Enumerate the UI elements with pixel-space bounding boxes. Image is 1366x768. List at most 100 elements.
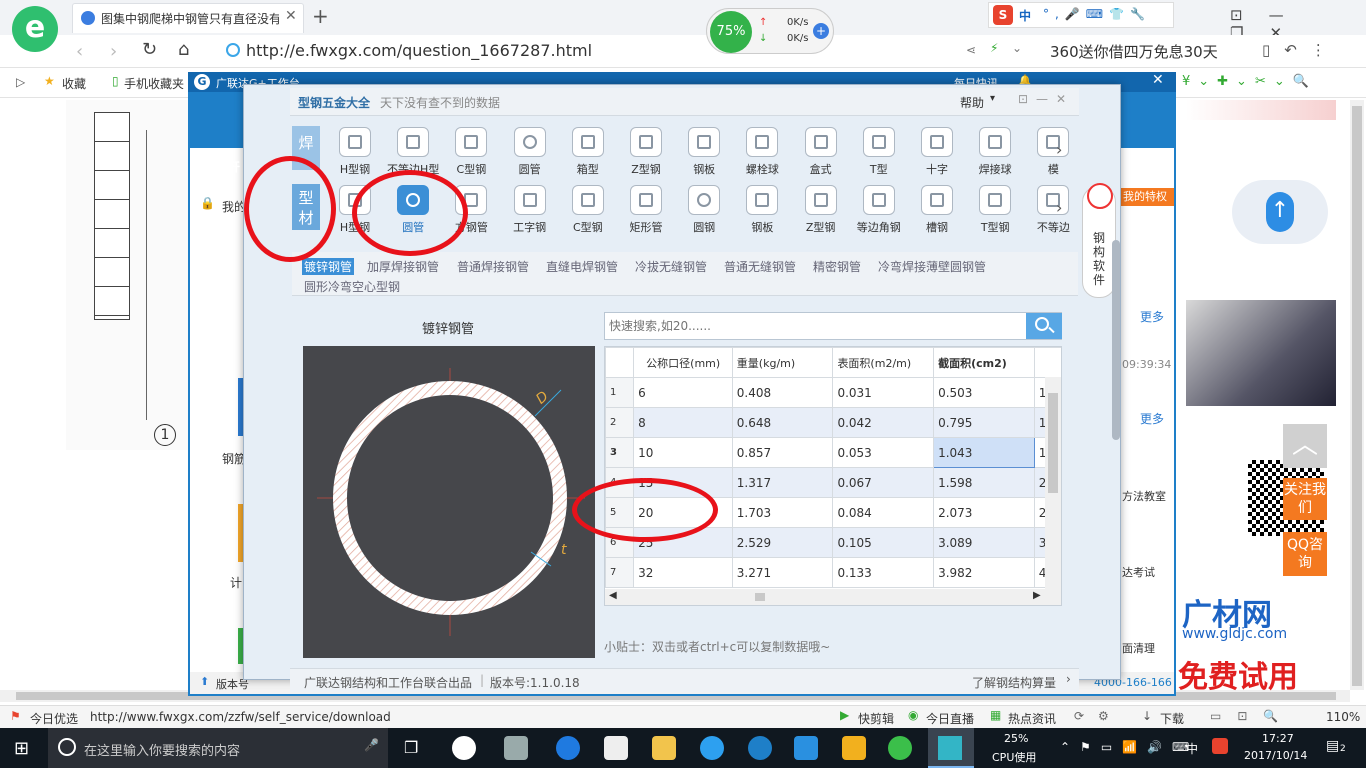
table-hscrollbar[interactable]: ◀ ▶ [605, 589, 1045, 605]
mic-icon[interactable]: 🎤 [364, 738, 379, 752]
table-cell[interactable]: 0.067 [832, 467, 935, 498]
table-cell[interactable]: 0.031 [832, 377, 935, 408]
back-icon[interactable]: ‹ [76, 41, 83, 62]
section-item-icon-12[interactable] [1037, 185, 1070, 215]
status-zoom[interactable]: 110% [1326, 710, 1360, 724]
subcat-tab-6[interactable]: 精密钢管 [813, 258, 861, 275]
app-spiral-icon[interactable] [504, 736, 528, 760]
welded-item-label-6[interactable]: 钢板 [671, 161, 737, 177]
table-cell[interactable]: 2.073 [933, 497, 1035, 528]
active-app-icon[interactable] [928, 728, 974, 768]
welded-item-icon-10[interactable] [921, 127, 953, 157]
table-row[interactable]: 2 8 0.648 0.042 0.795 1 [605, 407, 1061, 438]
col-header-diameter[interactable]: 公称口径(mm) [633, 347, 733, 378]
row1-next-icon[interactable]: › [1056, 140, 1062, 159]
welded-item-label-10[interactable]: 十字 [904, 161, 970, 177]
dialog-window-icons[interactable]: ⊡—✕ [1018, 92, 1074, 106]
section-item-label-7[interactable]: 钢板 [729, 219, 795, 235]
bookmark-mobile[interactable]: 手机收藏夹 [124, 75, 184, 92]
welded-item-icon-0[interactable] [339, 127, 371, 157]
subcat-tab-8[interactable]: 圆形冷弯空心型钢 [304, 278, 400, 295]
section-item-icon-7[interactable] [746, 185, 779, 215]
gplus-close-icon[interactable]: ✕ [1152, 72, 1164, 88]
store-icon[interactable] [604, 736, 628, 760]
gplus-method-class[interactable]: 方法教室 [1122, 488, 1174, 504]
section-item-label-10[interactable]: 槽钢 [904, 219, 970, 235]
notification-icon[interactable]: ▤ [1326, 738, 1339, 754]
welded-item-label-0[interactable]: H型钢 [322, 161, 388, 177]
table-cell[interactable]: 6 [633, 377, 733, 408]
page-scrollbar-thumb[interactable] [1352, 106, 1362, 686]
share-icon[interactable]: ⋖ [966, 43, 976, 57]
table-cell[interactable]: 0.408 [731, 377, 834, 408]
gplus-privilege-bar[interactable]: 我的特权 [1121, 188, 1174, 206]
table-cell[interactable]: 0.857 [731, 437, 834, 468]
table-cell[interactable]: 0.053 [832, 437, 935, 468]
section-item-icon-10[interactable] [921, 185, 953, 215]
section-item-label-8[interactable]: Z型钢 [788, 219, 854, 235]
table-cell[interactable]: 0.503 [933, 377, 1035, 408]
welded-item-label-5[interactable]: Z型钢 [613, 161, 679, 177]
gplus-left-label-open[interactable]: 开 [228, 158, 240, 175]
section-item-label-6[interactable]: 圆钢 [671, 219, 737, 235]
table-row[interactable]: 1 6 0.408 0.031 0.503 1 [605, 377, 1061, 408]
section-item-icon-9[interactable] [862, 185, 895, 215]
welded-item-icon-12[interactable] [1037, 127, 1070, 157]
new-tab-button[interactable]: + [312, 4, 329, 28]
extension-icons[interactable]: ¥⌄✚⌄✂⌄🔍 [1182, 74, 1317, 89]
section-item-label-9[interactable]: 等边角钢 [846, 219, 912, 235]
table-cell[interactable]: 3.089 [933, 527, 1035, 558]
status-news[interactable]: 热点资讯 [1008, 710, 1056, 727]
section-item-icon-6[interactable] [688, 185, 721, 215]
refresh-icon[interactable]: ↻ [142, 39, 157, 60]
welded-item-label-2[interactable]: C型钢 [438, 161, 504, 177]
status-live[interactable]: 今日直播 [926, 710, 974, 727]
section-item-icon-3[interactable] [513, 185, 546, 215]
welded-item-icon-1[interactable] [397, 127, 430, 157]
welded-item-icon-2[interactable] [455, 127, 488, 157]
lightning-icon[interactable]: ⚡ [990, 41, 998, 55]
section-item-icon-5[interactable] [630, 185, 662, 215]
welded-item-icon-5[interactable] [630, 127, 662, 157]
table-hscroll-thumb[interactable] [755, 593, 765, 601]
table-cell[interactable]: 0.042 [832, 407, 935, 438]
app-fan-icon[interactable] [452, 736, 476, 760]
help-dropdown-icon[interactable]: ▾ [990, 93, 995, 104]
browser-tab[interactable]: 图集中钢爬梯中钢管只有直径没有 ✕ [72, 3, 304, 33]
table-cell[interactable]: 2.529 [731, 527, 834, 558]
taskbar-search[interactable]: 在这里输入你要搜索的内容 🎤 [48, 728, 388, 768]
section-item-label-11[interactable]: T型钢 [962, 219, 1028, 235]
gplus-left-label-calc[interactable]: 计 [230, 574, 242, 591]
subcat-tab-3[interactable]: 直缝电焊钢管 [546, 258, 618, 275]
welded-item-icon-3[interactable] [513, 127, 546, 157]
subcat-tab-4[interactable]: 冷拔无缝钢管 [635, 258, 707, 275]
welded-item-icon-11[interactable] [979, 127, 1012, 157]
table-row[interactable]: 3 10 0.857 0.053 1.043 1 [605, 437, 1061, 468]
welded-item-icon-8[interactable] [804, 127, 837, 157]
back-to-top-button[interactable]: ︿ [1283, 424, 1327, 468]
table-cell[interactable]: 1.043 [933, 437, 1035, 468]
welded-item-label-4[interactable]: 箱型 [555, 161, 621, 177]
section-item-label-5[interactable]: 矩形管 [613, 219, 679, 235]
subcat-tab-5[interactable]: 普通无缝钢管 [724, 258, 796, 275]
sogou-tray-icon[interactable] [1212, 738, 1228, 754]
col-header-next[interactable] [1033, 347, 1061, 378]
gplus-more-link-1[interactable]: 更多 [1140, 308, 1164, 325]
hscroll-left-icon[interactable]: ◀ [609, 590, 617, 601]
section-item-label-3[interactable]: 工字钢 [497, 219, 563, 235]
ie-icon[interactable] [700, 736, 724, 760]
row2-next-icon[interactable]: › [1056, 198, 1062, 217]
table-cell[interactable]: 1.317 [731, 467, 834, 498]
welded-item-label-11[interactable]: 焊接球 [962, 161, 1028, 177]
subcat-tab-0[interactable]: 镀锌钢管 [302, 258, 355, 275]
table-cell[interactable]: 0.795 [933, 407, 1035, 438]
ime-indicator[interactable]: 中 [1186, 740, 1198, 757]
table-cell[interactable]: 10 [633, 437, 733, 468]
welded-item-icon-6[interactable] [688, 127, 721, 157]
url-field[interactable]: http://e.fwxgx.com/question_1667287.html [246, 41, 592, 60]
col-header-surface[interactable]: 表面积(m2/m) [832, 347, 935, 378]
subcat-tab-7[interactable]: 冷弯焊接薄壁圆钢管 [878, 258, 986, 275]
url-dropdown-icon[interactable]: ⌄ [1012, 41, 1022, 55]
status-clip[interactable]: 快剪辑 [858, 710, 894, 727]
subcat-tab-2[interactable]: 普通焊接钢管 [457, 258, 529, 275]
